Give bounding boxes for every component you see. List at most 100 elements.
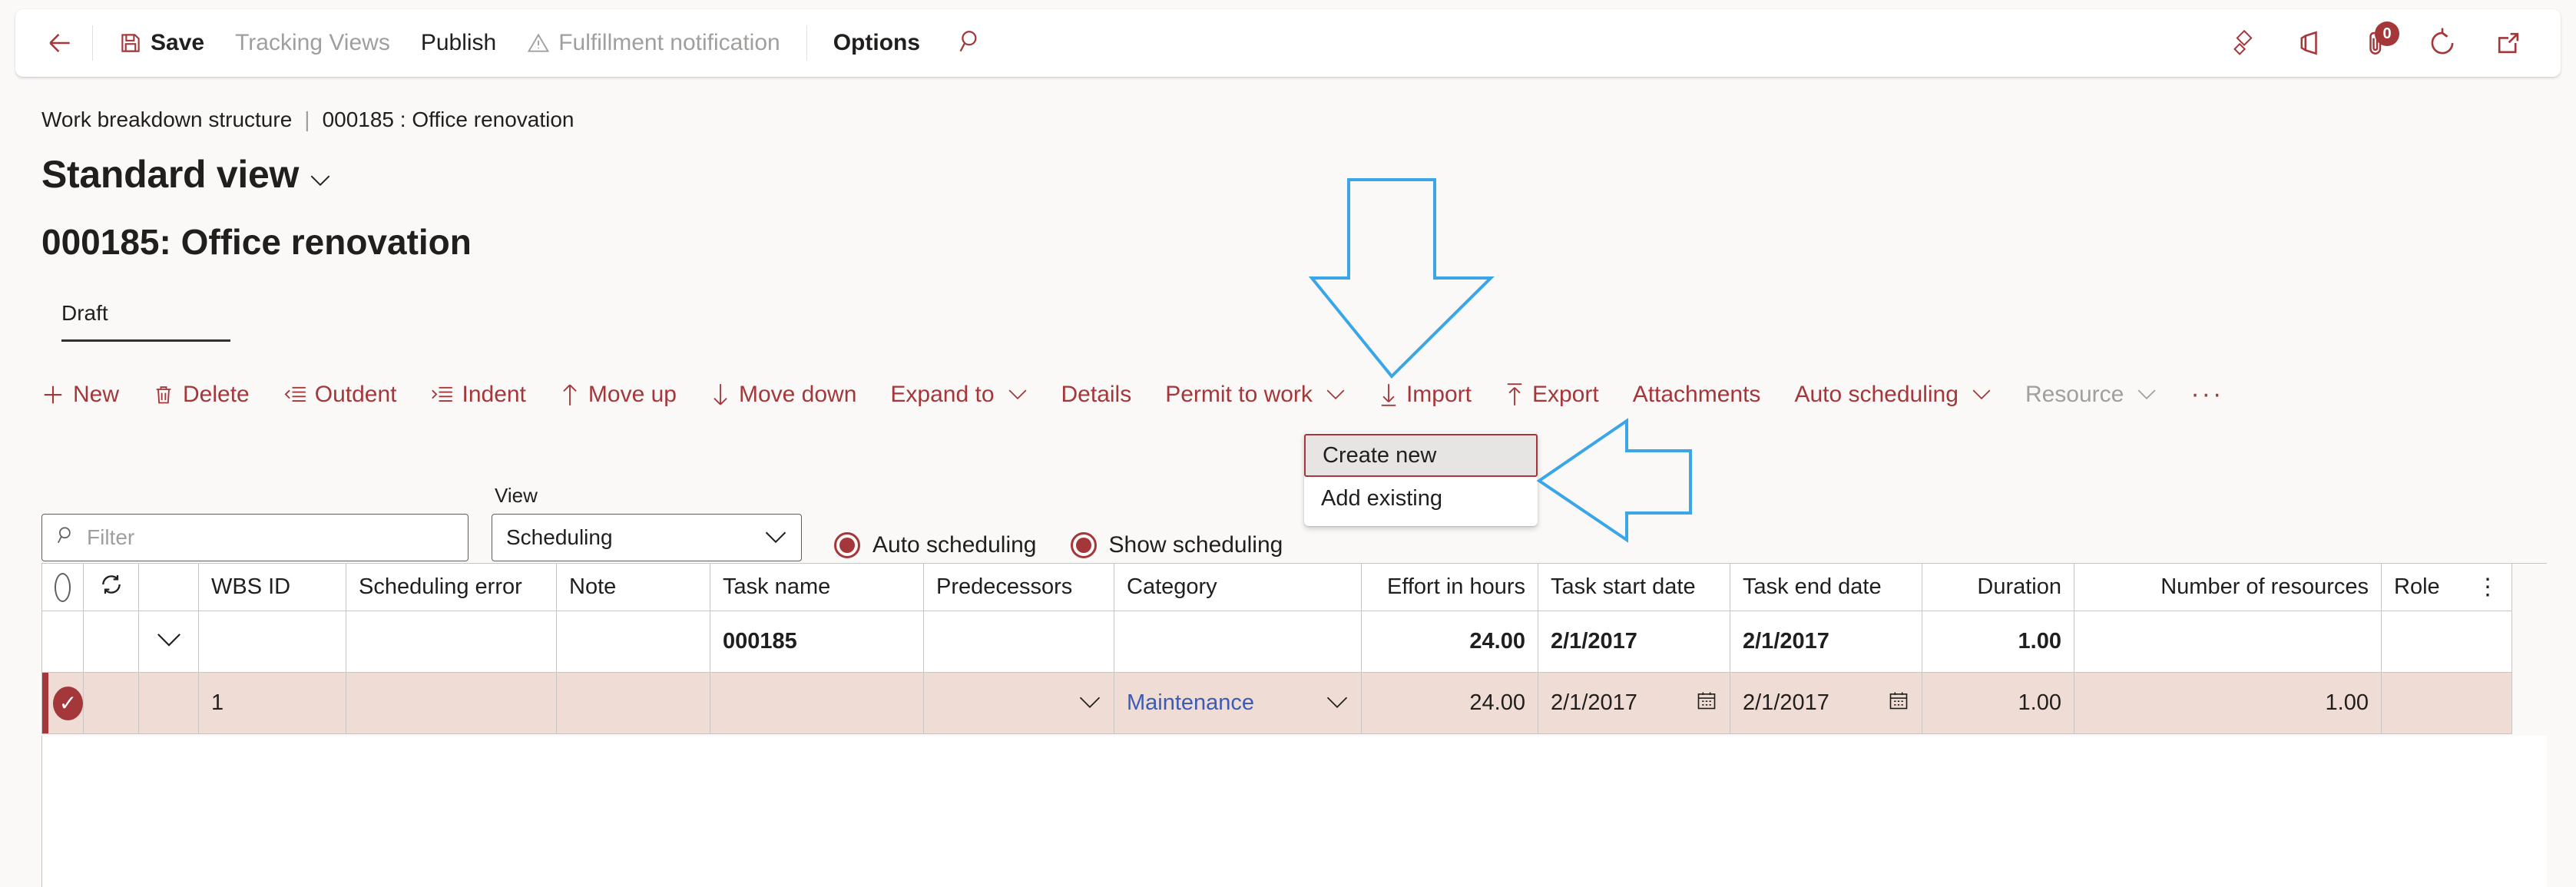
grid-header-scheduling-error[interactable]: Scheduling error <box>346 564 557 611</box>
delete-button[interactable]: Delete <box>136 382 267 408</box>
cell-scheduling-error[interactable] <box>346 673 557 734</box>
more-options-button[interactable]: ··· <box>2174 379 2240 409</box>
table-row[interactable]: 000185 24.00 2/1/2017 2/1/2017 1.00 <box>42 611 2547 673</box>
menu-item-add-existing[interactable]: Add existing <box>1304 477 1538 520</box>
cell-task-start-date[interactable]: 2/1/2017 <box>1538 673 1730 734</box>
cell-role[interactable] <box>2382 673 2512 734</box>
fulfillment-notification-label: Fulfillment notification <box>558 30 780 55</box>
cell-number-of-resources[interactable]: 1.00 <box>2074 673 2382 734</box>
view-select-label: View <box>495 484 538 507</box>
chevron-down-icon[interactable] <box>1326 690 1349 716</box>
grid-header-note[interactable]: Note <box>557 564 710 611</box>
tab-draft[interactable]: Draft <box>61 301 230 342</box>
breadcrumb: Work breakdown structure | 000185 : Offi… <box>41 108 574 132</box>
outdent-button[interactable]: Outdent <box>267 382 414 408</box>
open-in-new-window-icon[interactable] <box>2487 22 2530 65</box>
new-button[interactable]: New <box>41 382 136 408</box>
expand-to-button[interactable]: Expand to <box>873 382 1044 408</box>
arrow-down-annotation <box>1308 178 1495 379</box>
grid-header-task-name[interactable]: Task name <box>710 564 924 611</box>
cell-category-value[interactable]: Maintenance <box>1127 690 1254 716</box>
publish-label: Publish <box>420 30 497 55</box>
search-button[interactable] <box>948 20 994 66</box>
cell-note[interactable] <box>557 611 710 673</box>
publish-button[interactable]: Publish <box>406 9 512 77</box>
refresh-icon[interactable] <box>2421 22 2464 65</box>
details-button[interactable]: Details <box>1045 382 1149 408</box>
cell-effort-in-hours[interactable]: 24.00 <box>1362 611 1538 673</box>
menu-item-create-new[interactable]: Create new <box>1304 434 1538 477</box>
grid-header-number-of-resources[interactable]: Number of resources <box>2074 564 2382 611</box>
cell-task-name[interactable]: 000185 <box>710 611 924 673</box>
row-select-cell[interactable]: ✓ <box>42 673 84 734</box>
row-select-cell[interactable] <box>42 611 84 673</box>
cell-task-end-date-value: 2/1/2017 <box>1743 690 1829 715</box>
view-picker[interactable]: Standard view <box>41 152 331 197</box>
calendar-icon[interactable] <box>1696 690 1717 717</box>
chevron-down-icon <box>156 629 182 654</box>
grid-header-duration[interactable]: Duration <box>1922 564 2074 611</box>
attachments-icon[interactable]: 0 <box>2355 22 2399 65</box>
check-circle-icon[interactable]: ✓ <box>53 686 83 720</box>
dynamics-icon[interactable] <box>2223 22 2266 65</box>
export-icon <box>1505 382 1524 406</box>
column-options-icon[interactable]: ⋮ <box>2476 576 2499 599</box>
grid-header-select-all[interactable] <box>42 564 84 611</box>
cell-predecessors[interactable] <box>924 611 1114 673</box>
permit-to-work-button[interactable]: Permit to work <box>1148 382 1362 408</box>
cell-note[interactable] <box>557 673 710 734</box>
cell-category[interactable]: Maintenance <box>1114 673 1362 734</box>
cell-scheduling-error[interactable] <box>346 611 557 673</box>
auto-scheduling-button[interactable]: Auto scheduling <box>1777 382 2008 408</box>
cell-task-end-date[interactable]: 2/1/2017 <box>1730 611 1922 673</box>
tracking-views-label: Tracking Views <box>235 30 390 55</box>
cell-duration[interactable]: 1.00 <box>1922 611 2074 673</box>
search-icon <box>958 28 984 58</box>
attachments-button[interactable]: Attachments <box>1616 382 1778 408</box>
view-select[interactable]: Scheduling <box>492 514 802 561</box>
show-scheduling-radio[interactable]: Show scheduling <box>1070 532 1283 558</box>
cell-duration[interactable]: 1.00 <box>1922 673 2074 734</box>
cell-number-of-resources[interactable] <box>2074 611 2382 673</box>
calendar-icon[interactable] <box>1888 690 1909 717</box>
cell-role[interactable] <box>2382 611 2512 673</box>
cell-task-end-date[interactable]: 2/1/2017 <box>1730 673 1922 734</box>
grid-header-category[interactable]: Category <box>1114 564 1362 611</box>
cell-category[interactable] <box>1114 611 1362 673</box>
office-apps-icon[interactable] <box>2289 22 2332 65</box>
move-down-button[interactable]: Move down <box>694 382 873 408</box>
grid-header-task-end-date[interactable]: Task end date <box>1730 564 1922 611</box>
indent-button[interactable]: Indent <box>413 382 542 408</box>
grid-header-wbs-id[interactable]: WBS ID <box>199 564 346 611</box>
auto-scheduling-radio[interactable]: Auto scheduling <box>834 532 1037 558</box>
grid-header-task-start-date[interactable]: Task start date <box>1538 564 1730 611</box>
move-up-button[interactable]: Move up <box>543 382 694 408</box>
filter-input[interactable]: Filter <box>41 514 469 561</box>
cell-task-start-date[interactable]: 2/1/2017 <box>1538 611 1730 673</box>
outdent-icon <box>283 385 306 405</box>
breadcrumb-parent[interactable]: Work breakdown structure <box>41 108 292 132</box>
grid-header-predecessors[interactable]: Predecessors <box>924 564 1114 611</box>
chevron-down-icon <box>764 525 787 550</box>
cell-predecessors[interactable] <box>924 673 1114 734</box>
cell-wbs-id[interactable] <box>199 611 346 673</box>
grid-header-role[interactable]: Role ⋮ <box>2382 564 2512 611</box>
chevron-down-icon[interactable] <box>1078 690 1101 716</box>
import-icon <box>1379 383 1398 406</box>
import-button[interactable]: Import <box>1362 382 1488 408</box>
options-button[interactable]: Options <box>818 9 935 77</box>
grid-header-refresh[interactable] <box>84 564 139 611</box>
export-button[interactable]: Export <box>1488 382 1616 408</box>
auto-scheduling-label: Auto scheduling <box>1794 381 1958 407</box>
cell-task-name[interactable] <box>710 673 924 734</box>
save-button[interactable]: Save <box>104 9 220 77</box>
row-expand-toggle[interactable] <box>139 673 199 734</box>
back-button[interactable] <box>38 22 81 65</box>
table-row[interactable]: ✓ 1 Maintenance 24.00 2/1/2017 2/1/2017 … <box>42 673 2547 734</box>
cell-effort-in-hours[interactable]: 24.00 <box>1362 673 1538 734</box>
view-picker-label: Standard view <box>41 153 300 196</box>
cell-wbs-id[interactable]: 1 <box>199 673 346 734</box>
search-icon <box>56 525 76 551</box>
row-expand-toggle[interactable] <box>139 611 199 673</box>
grid-header-effort-in-hours[interactable]: Effort in hours <box>1362 564 1538 611</box>
